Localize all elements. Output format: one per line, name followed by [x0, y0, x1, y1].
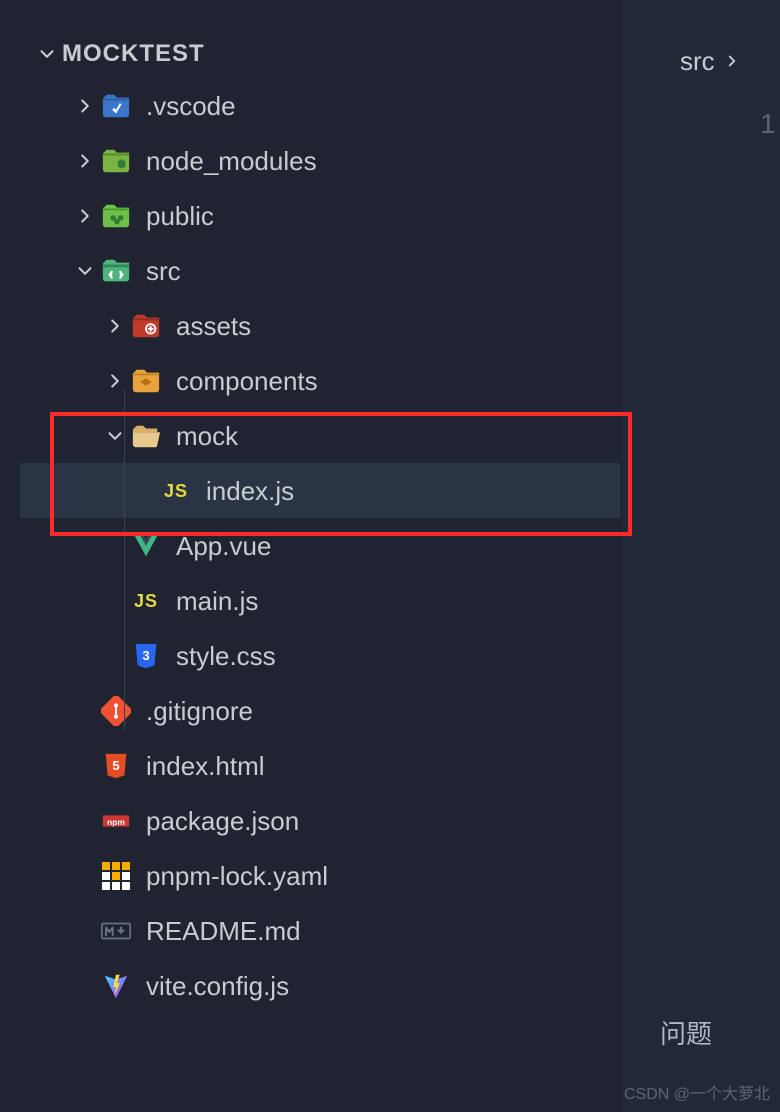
folder-open-icon	[130, 420, 162, 452]
folder-src[interactable]: src	[20, 243, 620, 298]
folder-label: assets	[176, 313, 251, 339]
folder-label: mock	[176, 423, 238, 449]
file-readme[interactable]: README.md	[20, 903, 620, 958]
chevron-down-icon	[70, 256, 100, 286]
folder-label: components	[176, 368, 318, 394]
js-file-icon: JS	[130, 585, 162, 617]
file-main-js[interactable]: JS main.js	[20, 573, 620, 628]
section-title: MOCKTEST	[62, 40, 205, 68]
npm-file-icon: npm	[100, 805, 132, 837]
file-label: README.md	[146, 918, 301, 944]
line-number: 1	[760, 108, 776, 140]
file-label: index.js	[206, 478, 294, 504]
file-pnpm-lock[interactable]: pnpm-lock.yaml	[20, 848, 620, 903]
breadcrumb[interactable]: src	[680, 46, 741, 77]
folder-node-modules[interactable]: node_modules	[20, 133, 620, 188]
file-label: style.css	[176, 643, 276, 669]
file-label: package.json	[146, 808, 299, 834]
breadcrumb-segment[interactable]: src	[680, 46, 715, 77]
file-app-vue[interactable]: App.vue	[20, 518, 620, 573]
chevron-right-icon	[100, 366, 130, 396]
folder-label: .vscode	[146, 93, 236, 119]
js-file-icon: JS	[160, 475, 192, 507]
git-file-icon	[100, 695, 132, 727]
assets-folder-icon	[130, 310, 162, 342]
vue-file-icon	[130, 530, 162, 562]
file-package-json[interactable]: npm package.json	[20, 793, 620, 848]
problems-tab[interactable]: 问题	[660, 1014, 712, 1051]
indent-guide	[124, 390, 125, 730]
chevron-right-icon	[70, 91, 100, 121]
file-label: pnpm-lock.yaml	[146, 863, 328, 889]
file-tree: .vscode node_modules public	[20, 78, 620, 1013]
pnpm-file-icon	[100, 860, 132, 892]
chevron-down-icon	[32, 39, 62, 69]
folder-assets[interactable]: assets	[20, 298, 620, 353]
folder-label: node_modules	[146, 148, 317, 174]
folder-components[interactable]: components	[20, 353, 620, 408]
node-folder-icon	[100, 145, 132, 177]
public-folder-icon	[100, 200, 132, 232]
file-gitignore[interactable]: .gitignore	[20, 683, 620, 738]
explorer-section-header[interactable]: MOCKTEST	[20, 30, 620, 78]
folder-vscode[interactable]: .vscode	[20, 78, 620, 133]
file-label: vite.config.js	[146, 973, 289, 999]
file-label: index.html	[146, 753, 265, 779]
vscode-folder-icon	[100, 90, 132, 122]
folder-mock[interactable]: mock	[20, 408, 620, 463]
editor-pane	[622, 0, 780, 1112]
folder-public[interactable]: public	[20, 188, 620, 243]
svg-text:3: 3	[142, 647, 149, 662]
file-vite-config[interactable]: vite.config.js	[20, 958, 620, 1013]
file-style-css[interactable]: 3 style.css	[20, 628, 620, 683]
file-index-js[interactable]: JS index.js	[20, 463, 620, 518]
src-folder-icon	[100, 255, 132, 287]
file-label: main.js	[176, 588, 258, 614]
file-label: .gitignore	[146, 698, 253, 724]
chevron-right-icon	[723, 46, 741, 77]
watermark: CSDN @一个大萝北	[624, 1080, 770, 1104]
chevron-down-icon	[100, 421, 130, 451]
components-folder-icon	[130, 365, 162, 397]
file-index-html[interactable]: 5 index.html	[20, 738, 620, 793]
folder-label: src	[146, 258, 181, 284]
chevron-right-icon	[100, 311, 130, 341]
folder-label: public	[146, 203, 214, 229]
markdown-file-icon	[100, 915, 132, 947]
html-file-icon: 5	[100, 750, 132, 782]
svg-text:npm: npm	[107, 816, 125, 826]
chevron-right-icon	[70, 201, 100, 231]
vite-file-icon	[100, 970, 132, 1002]
explorer-sidebar: MOCKTEST .vscode node_modules	[20, 30, 620, 1100]
svg-text:5: 5	[112, 757, 119, 772]
chevron-right-icon	[70, 146, 100, 176]
file-label: App.vue	[176, 533, 271, 559]
css-file-icon: 3	[130, 640, 162, 672]
